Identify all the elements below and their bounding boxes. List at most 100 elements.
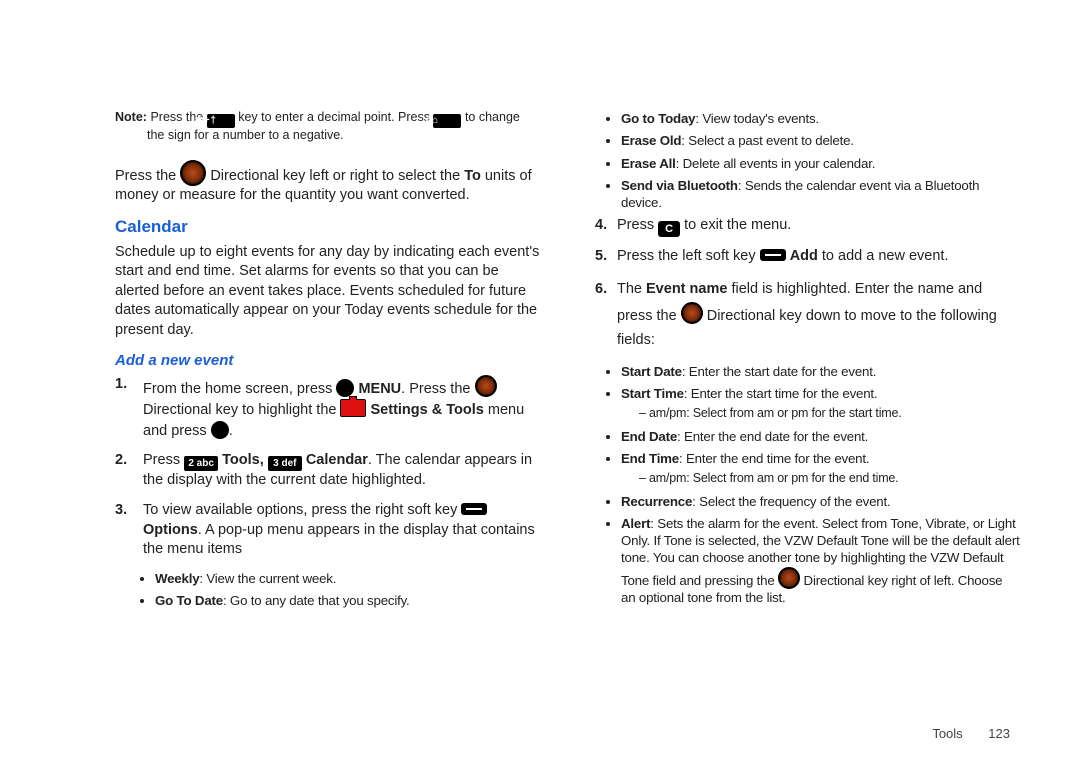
dir-a: Directional key left or right to select …: [210, 168, 464, 184]
al-b: Alert: [621, 516, 650, 531]
rec-t: : Select the frequency of the event.: [692, 494, 890, 509]
heading-calendar: Calendar: [115, 216, 540, 239]
bullet-gotodate: Go To Date: Go to any date that you spec…: [155, 592, 540, 610]
step-3-num: 3.: [115, 501, 127, 521]
key-2-icon: 2 abc: [184, 456, 218, 471]
endtime-sub: – am/pm: Select from am or pm for the en…: [621, 470, 1020, 486]
step-1-num: 1.: [115, 375, 127, 395]
rec-b: Recurrence: [621, 494, 692, 509]
s4b: to exit the menu.: [684, 217, 791, 233]
directional-key-icon: [180, 160, 206, 186]
softkey-icon: [461, 503, 487, 515]
calendar-para: Schedule up to eight events for any day …: [115, 243, 540, 341]
step-1: 1. From the home screen, press MENU. Pre…: [143, 375, 540, 442]
s1b: . Press the: [401, 381, 470, 397]
bullet-alert: Alert: Sets the alarm for the event. Sel…: [621, 515, 1020, 606]
s1-settings: Settings & Tools: [371, 402, 484, 418]
s6a: The: [617, 281, 646, 297]
bullet-eraseold: Erase Old: Select a past event to delete…: [621, 132, 1020, 149]
softkey-icon: [760, 249, 786, 261]
st-t: : Enter the start time for the event.: [684, 386, 878, 401]
s4a: Press: [617, 217, 654, 233]
directional-key-icon: [475, 375, 497, 397]
steps-left: 1. From the home screen, press MENU. Pre…: [115, 375, 540, 560]
sd-b: Start Date: [621, 364, 682, 379]
footer-page: 123: [988, 726, 1010, 741]
note-box: Note: Press the ✱ + † key to enter a dec…: [115, 110, 540, 144]
bullet-enddate: End Date: Enter the end date for the eve…: [621, 428, 1020, 445]
bullet-eraseall: Erase All: Delete all events in your cal…: [621, 155, 1020, 172]
ok-key-icon: [336, 379, 354, 397]
s3-opt: Options: [143, 522, 198, 538]
today-b: Go to Today: [621, 111, 695, 126]
s1c: Directional key to highlight the: [143, 402, 336, 418]
bullet-endtime: End Time: Enter the end time for the eve…: [621, 450, 1020, 487]
bullet-bluetooth: Send via Bluetooth: Sends the calendar e…: [621, 177, 1020, 212]
press-the: Press the: [115, 168, 176, 184]
step-2-num: 2.: [115, 451, 127, 471]
step3-bullets-cont: Go to Today: View today's events. Erase …: [595, 110, 1020, 211]
s1-menu: MENU: [358, 381, 401, 397]
directional-key-icon: [778, 567, 800, 589]
heading-add-event: Add a new event: [115, 351, 540, 371]
eraseold-t: : Select a past event to delete.: [681, 133, 854, 148]
toolbox-icon: [340, 399, 366, 417]
step-3: 3. To view available options, press the …: [143, 501, 540, 560]
page-footer: Tools 123: [932, 725, 1010, 743]
s6-ev: Event name: [646, 281, 727, 297]
weekly-b: Weekly: [155, 571, 199, 586]
bullet-today: Go to Today: View today's events.: [621, 110, 1020, 127]
s2-cal: Calendar: [306, 452, 368, 468]
s5b: to add a new event.: [818, 248, 949, 264]
step-6: 6. The Event name field is highlighted. …: [617, 277, 1020, 353]
weekly-t: : View the current week.: [199, 571, 336, 586]
step3-bullets: Weekly: View the current week. Go To Dat…: [115, 570, 540, 610]
left-column: Note: Press the ✱ + † key to enter a dec…: [115, 110, 540, 616]
bullet-startdate: Start Date: Enter the start date for the…: [621, 363, 1020, 380]
s5a: Press the left soft key: [617, 248, 756, 264]
s5-add: Add: [790, 248, 818, 264]
ed-t: : Enter the end date for the event.: [677, 429, 868, 444]
directional-key-icon: [681, 302, 703, 324]
bt-b: Send via Bluetooth: [621, 178, 738, 193]
footer-section: Tools: [932, 726, 962, 741]
s3b: . A pop-up menu appears in the display t…: [143, 522, 535, 558]
step-6-num: 6.: [595, 277, 607, 302]
note-label: Note:: [115, 110, 147, 124]
goto-t: : Go to any date that you specify.: [223, 593, 410, 608]
et-b: End Time: [621, 451, 679, 466]
steps-right: 4. Press C to exit the menu. 5. Press th…: [595, 216, 1020, 352]
st-b: Start Time: [621, 386, 684, 401]
right-column: Go to Today: View today's events. Erase …: [595, 110, 1020, 616]
step-4: 4. Press C to exit the menu.: [617, 216, 1020, 237]
eraseall-t: : Delete all events in your calendar.: [676, 156, 876, 171]
ok-key-icon: [211, 421, 229, 439]
s1e: .: [229, 423, 233, 439]
clr-key-icon: C: [658, 221, 680, 237]
hash-key-icon: # ⌂: [433, 114, 461, 128]
field-bullets: Start Date: Enter the start date for the…: [595, 363, 1020, 606]
ed-b: End Date: [621, 429, 677, 444]
step-5-num: 5.: [595, 247, 607, 267]
today-t: : View today's events.: [695, 111, 819, 126]
star-key-icon: ✱ + †: [207, 114, 235, 128]
bullet-starttime: Start Time: Enter the start time for the…: [621, 385, 1020, 422]
bullet-weekly: Weekly: View the current week.: [155, 570, 540, 588]
s2-tools: Tools,: [222, 452, 264, 468]
directional-para: Press the Directional key left or right …: [115, 160, 540, 206]
et-t: : Enter the end time for the event.: [679, 451, 869, 466]
two-column-layout: Note: Press the ✱ + † key to enter a dec…: [115, 110, 1020, 616]
to-bold: To: [464, 168, 481, 184]
eraseall-b: Erase All: [621, 156, 676, 171]
sd-t: : Enter the start date for the event.: [682, 364, 876, 379]
step-2: 2. Press 2 abc Tools, 3 def Calendar. Th…: [143, 451, 540, 491]
page: Note: Press the ✱ + † key to enter a dec…: [0, 0, 1080, 771]
note-text-b: key to enter a decimal point. Press: [238, 110, 430, 124]
goto-b: Go To Date: [155, 593, 223, 608]
eraseold-b: Erase Old: [621, 133, 681, 148]
s1a: From the home screen, press: [143, 381, 332, 397]
s2a: Press: [143, 452, 180, 468]
key-3-icon: 3 def: [268, 456, 302, 471]
starttime-sub: – am/pm: Select from am or pm for the st…: [621, 405, 1020, 421]
bullet-recurrence: Recurrence: Select the frequency of the …: [621, 493, 1020, 510]
